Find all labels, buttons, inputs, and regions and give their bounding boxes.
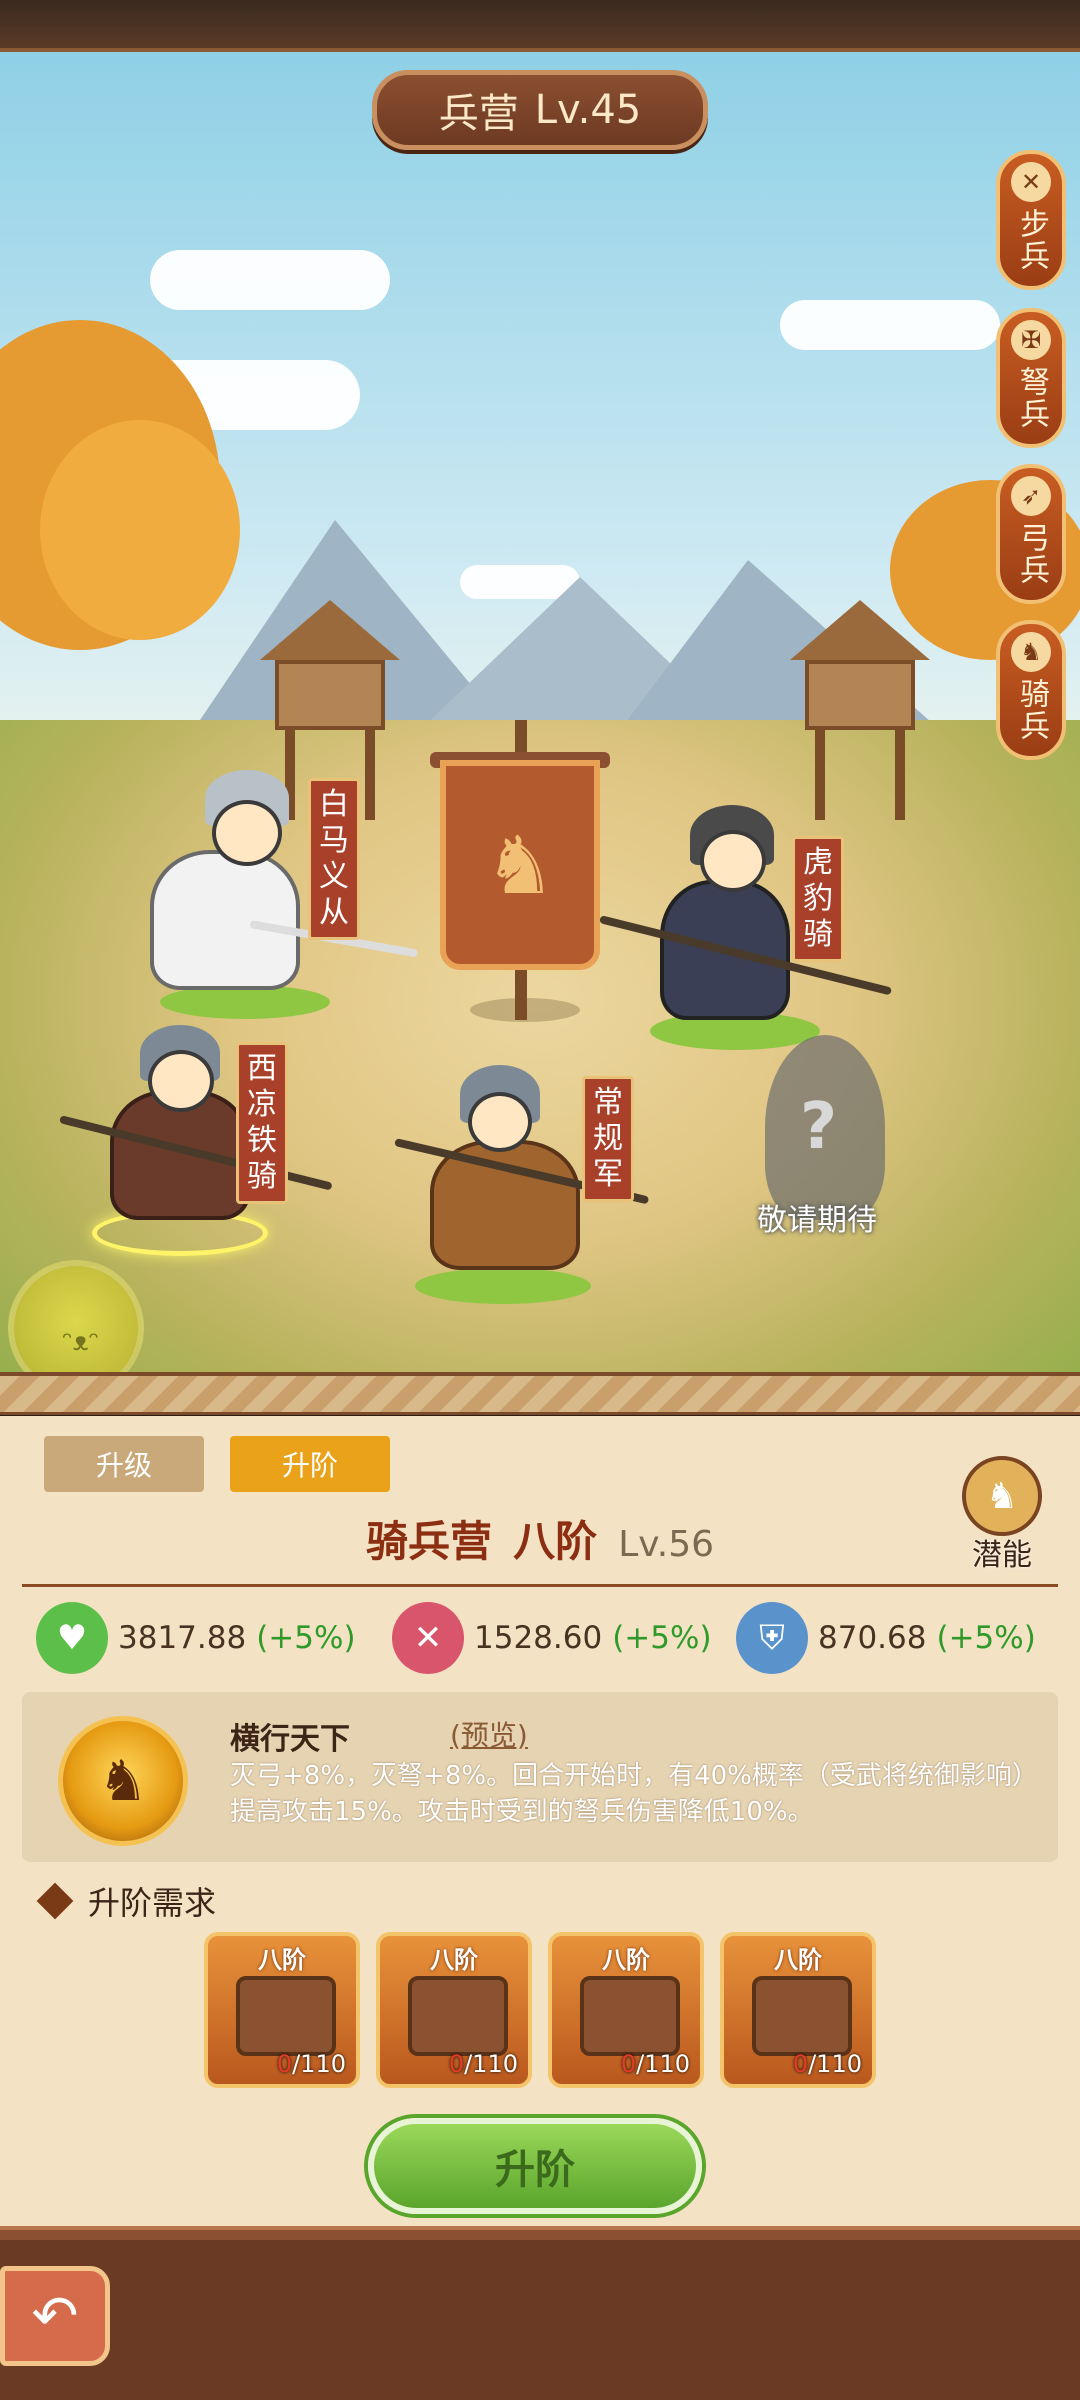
stat-bonus: (+5%) [256, 1620, 356, 1656]
stat-value: 870.68 [818, 1620, 927, 1656]
catapult-icon [752, 1976, 852, 2056]
skill-name: 横行天下 [230, 1722, 350, 1757]
building-name: 兵营 [438, 91, 519, 137]
material-need: /110 [808, 2050, 862, 2078]
material-need: /110 [636, 2050, 690, 2078]
skill-card: ♞ 横行天下 (预览) 灭弓+8%，灭弩+8%。回合开始时，有40%概率（受武将… [22, 1692, 1058, 1862]
horse-icon: ♞ [1011, 632, 1051, 672]
material-count: 0/110 [277, 2050, 346, 2078]
tab-advance[interactable]: 升阶 [230, 1436, 390, 1492]
divider [22, 1584, 1058, 1587]
scene-frame-border [0, 1372, 1080, 1415]
material-count: 0/110 [793, 2050, 862, 2078]
stat-defense: ⛨ 870.68 (+5%) [736, 1602, 1036, 1674]
cavalry-banner: ♞ [440, 760, 600, 970]
skill-icon[interactable]: ♞ [58, 1716, 188, 1846]
back-arrow-icon[interactable]: ↶ [0, 2266, 110, 2366]
advance-button[interactable]: 升阶 [368, 2118, 702, 2214]
tab-label: 弓兵 [1014, 522, 1049, 586]
skill-description: 灭弓+8%，灭弩+8%。回合开始时，有40%概率（受武将统御影响）提高攻击15%… [230, 1761, 1038, 1827]
material-siege-tower[interactable]: 八阶 0/110 [376, 1932, 532, 2088]
top-bar [0, 0, 1080, 52]
tab-infantry[interactable]: ✕ 步兵 [996, 150, 1066, 290]
diamond-icon [36, 1882, 74, 1920]
material-grade: 八阶 [602, 1946, 650, 1974]
tab-label: 弩兵 [1014, 366, 1049, 430]
barricade-icon [580, 1976, 680, 2056]
camp-grade: 八阶 [513, 1517, 598, 1566]
unit-name-tag: 白马义从 [308, 778, 360, 940]
tab-label: 骑兵 [1014, 678, 1049, 742]
camp-name: 骑兵营 [365, 1517, 492, 1566]
horse-icon: ♞ [484, 818, 556, 912]
stat-attack: ✕ 1528.60 (+5%) [392, 1602, 712, 1674]
bottom-bar [0, 2226, 1080, 2400]
stat-value: 1528.60 [474, 1620, 603, 1656]
barracks-panel: 升级 升阶 ♞ 潜能 骑兵营 八阶 Lv.56 ♥ 3817.88 (+5%) ✕… [0, 1416, 1080, 2226]
tab-cavalry[interactable]: ♞ 骑兵 [996, 620, 1066, 760]
cloud [150, 250, 390, 310]
unit-name-tag: 西凉铁骑 [236, 1042, 288, 1204]
heart-icon: ♥ [36, 1602, 108, 1674]
material-have: 0 [792, 2050, 809, 2078]
material-have: 0 [448, 2050, 465, 2078]
cloud [780, 300, 1000, 350]
locked-unit-label: 敬请期待 [757, 1203, 877, 1238]
requirements-title: 升阶需求 [36, 1878, 217, 1924]
siege-cart-icon [236, 1976, 336, 2056]
autumn-tree [40, 420, 240, 640]
building-title: 兵营 Lv.45 [372, 70, 708, 150]
material-need: /110 [292, 2050, 346, 2078]
barracks-scene: ♞ 兵营 Lv.45 ✕ 步兵 ✠ 弩兵 ➶ 弓兵 ♞ 骑兵 白马义从 虎豹骑 [0, 0, 1080, 1415]
crossbow-icon: ✠ [1011, 320, 1051, 360]
tab-crossbowmen[interactable]: ✠ 弩兵 [996, 308, 1066, 448]
crossed-swords-icon: ✕ [1011, 162, 1051, 202]
tab-label: 步兵 [1014, 208, 1049, 272]
stat-hp: ♥ 3817.88 (+5%) [36, 1602, 356, 1674]
tab-upgrade[interactable]: 升级 [44, 1436, 204, 1492]
question-icon: ? [800, 1090, 838, 1164]
material-siege-cart[interactable]: 八阶 0/110 [204, 1932, 360, 2088]
unit-name-tag: 虎豹骑 [792, 836, 844, 962]
stat-value: 3817.88 [118, 1620, 247, 1656]
tab-archers[interactable]: ➶ 弓兵 [996, 464, 1066, 604]
cloud [460, 565, 580, 599]
stat-bonus: (+5%) [612, 1620, 712, 1656]
material-catapult[interactable]: 八阶 0/110 [720, 1932, 876, 2088]
camp-level: Lv.56 [618, 1524, 715, 1565]
watch-tower-right [790, 600, 930, 820]
building-level: Lv.45 [534, 87, 642, 133]
material-grade: 八阶 [774, 1946, 822, 1974]
material-have: 0 [620, 2050, 637, 2078]
material-count: 0/110 [449, 2050, 518, 2078]
siege-tower-icon [408, 1976, 508, 2056]
material-grade: 八阶 [430, 1946, 478, 1974]
camp-title: 骑兵营 八阶 Lv.56 [0, 1508, 1080, 1569]
bow-icon: ➶ [1011, 476, 1051, 516]
material-have: 0 [276, 2050, 293, 2078]
shield-icon: ⛨ [736, 1602, 808, 1674]
material-need: /110 [464, 2050, 518, 2078]
crossed-swords-icon: ✕ [392, 1602, 464, 1674]
stat-bonus: (+5%) [936, 1620, 1036, 1656]
skill-preview-link[interactable]: (预览) [450, 1714, 528, 1754]
requirements-label: 升阶需求 [88, 1884, 217, 1922]
material-grade: 八阶 [258, 1946, 306, 1974]
material-count: 0/110 [621, 2050, 690, 2078]
unit-name-tag: 常规军 [582, 1076, 634, 1202]
material-barricade[interactable]: 八阶 0/110 [548, 1932, 704, 2088]
